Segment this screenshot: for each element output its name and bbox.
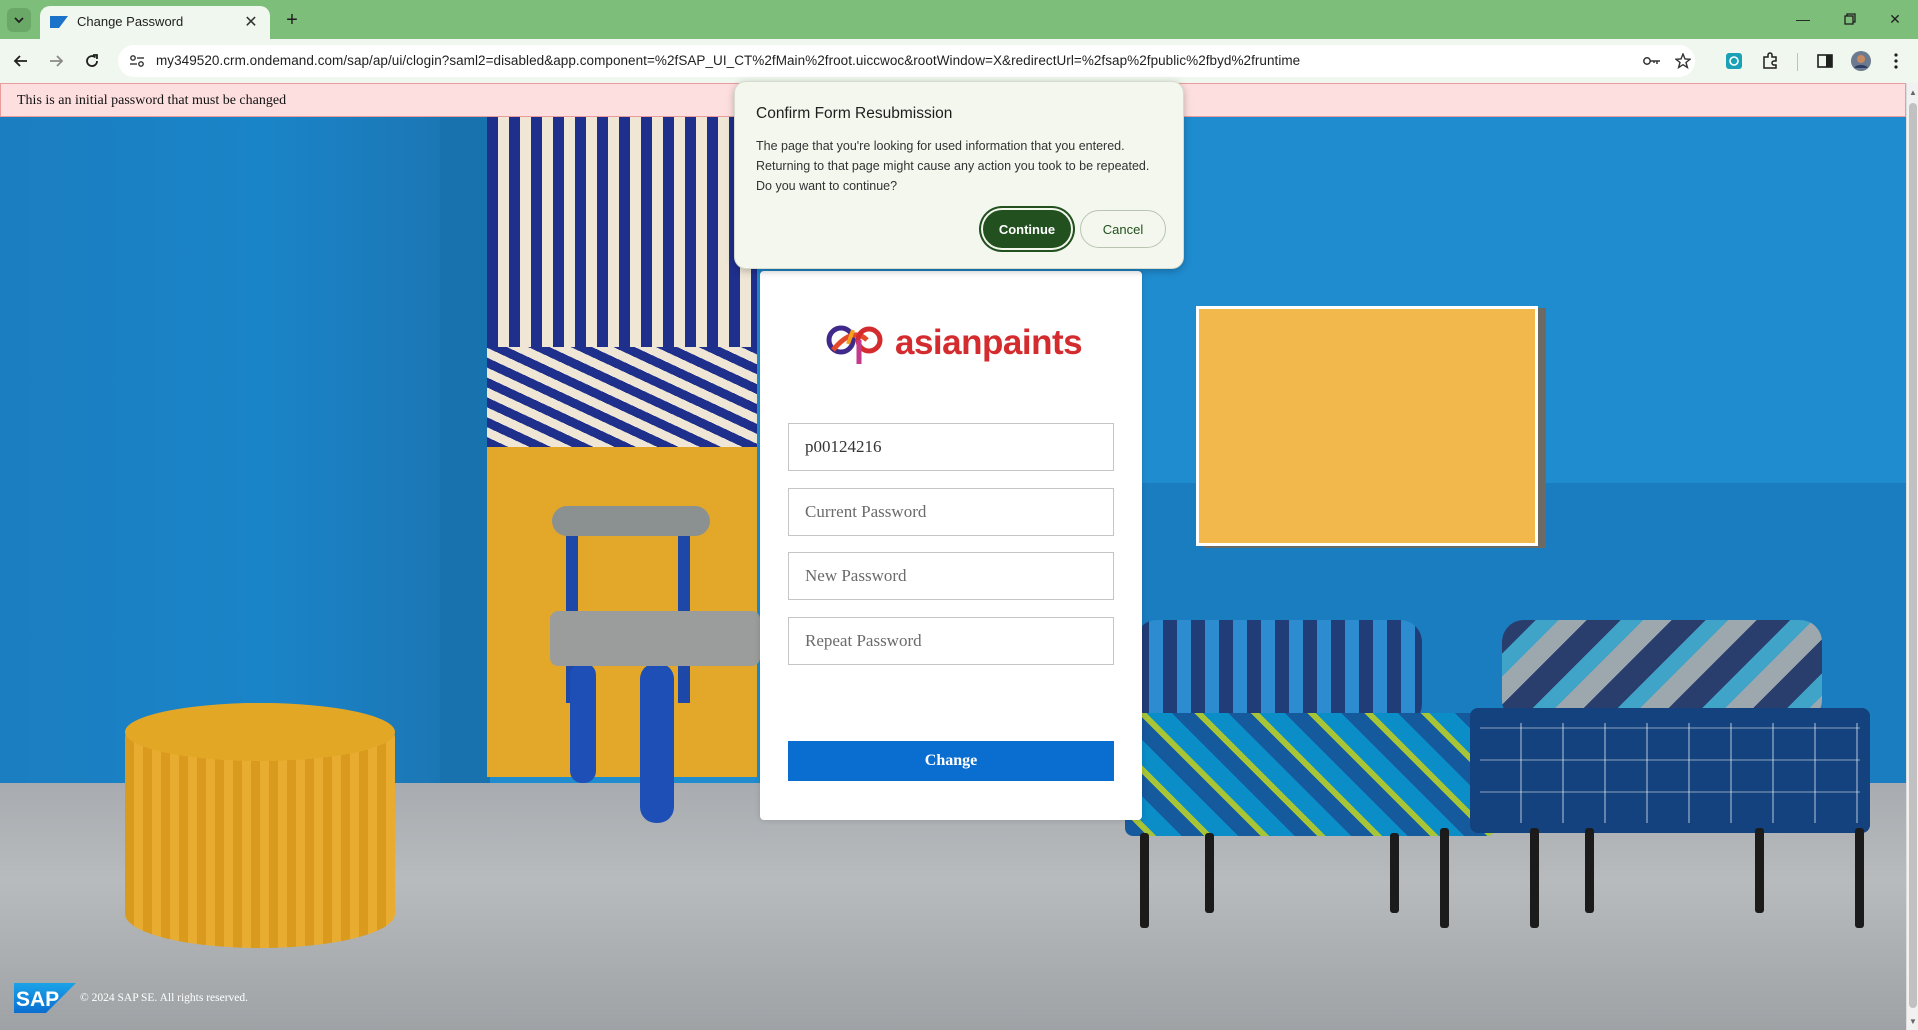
- avatar[interactable]: [1850, 50, 1872, 72]
- key-icon[interactable]: [1642, 51, 1662, 71]
- arrow-left-icon: [13, 55, 27, 67]
- background-bench-back: [1135, 620, 1422, 726]
- background-bench-leg: [1855, 828, 1864, 928]
- dialog-message: The page that you're looking for used in…: [756, 139, 1150, 193]
- browser-toolbar: my349520.crm.ondemand.com/sap/ap/ui/clog…: [0, 39, 1918, 83]
- arrow-right-icon: [50, 55, 64, 67]
- asianpaints-logo: asianpaints: [823, 315, 1083, 371]
- repeat-password-input[interactable]: [789, 618, 1113, 664]
- username-field[interactable]: [788, 423, 1114, 471]
- new-password-input[interactable]: [789, 553, 1113, 599]
- more-menu-icon[interactable]: [1885, 50, 1907, 72]
- background-stool-top: [125, 703, 395, 761]
- background-pillar: [440, 117, 490, 807]
- tab-title: Change Password: [77, 14, 184, 29]
- background-chair-leg: [570, 663, 596, 783]
- back-button[interactable]: [8, 48, 34, 74]
- asianpaints-logo-text: asianpaints: [895, 323, 1083, 362]
- background-bench-seat: [1125, 713, 1495, 836]
- tab-strip: Change Password ✕ + — ✕: [0, 0, 1918, 39]
- bookmark-star-icon[interactable]: [1673, 51, 1693, 71]
- change-button[interactable]: Change: [788, 741, 1114, 781]
- restore-icon[interactable]: [1835, 6, 1865, 32]
- background-bench-leg: [1390, 833, 1399, 913]
- background-bench-leg: [1440, 828, 1449, 928]
- background-bench-pattern: [1480, 723, 1860, 823]
- dialog-title: Confirm Form Resubmission: [756, 105, 953, 122]
- extension-icon[interactable]: [1723, 50, 1745, 72]
- copyright-text: © 2024 SAP SE. All rights reserved.: [80, 992, 249, 1004]
- tab-change-password[interactable]: Change Password ✕: [40, 6, 270, 39]
- toolbar-divider: [1797, 53, 1798, 71]
- scroll-down-icon[interactable]: ▼: [1907, 1014, 1918, 1028]
- tab-search-button[interactable]: [7, 8, 31, 32]
- background-bench-leg: [1140, 833, 1149, 928]
- new-tab-button[interactable]: +: [280, 8, 304, 32]
- sap-logo-text: SAP: [16, 988, 59, 1011]
- scroll-up-icon[interactable]: ▲: [1907, 85, 1918, 99]
- background-bench-leg: [1755, 828, 1764, 913]
- background-chair-seat: [550, 611, 760, 666]
- background-diagonal-stripes: [487, 347, 757, 447]
- site-info-icon[interactable]: [128, 52, 146, 70]
- side-panel-icon[interactable]: [1814, 50, 1836, 72]
- repeat-password-field[interactable]: [788, 617, 1114, 665]
- background-chair-back: [552, 506, 710, 536]
- cancel-button[interactable]: Cancel: [1080, 210, 1166, 248]
- background-bench-leg: [1530, 828, 1539, 928]
- username-input[interactable]: [789, 424, 1113, 470]
- address-bar[interactable]: my349520.crm.ondemand.com/sap/ap/ui/clog…: [118, 45, 1695, 77]
- puzzle-extensions-icon[interactable]: [1759, 50, 1781, 72]
- change-password-card: asianpaints Change: [760, 271, 1142, 820]
- current-password-input[interactable]: [789, 489, 1113, 535]
- background-bench-back: [1502, 620, 1822, 722]
- background-bench-leg: [1585, 828, 1594, 913]
- url-text: my349520.crm.ondemand.com/sap/ap/ui/clog…: [156, 53, 1301, 68]
- reload-icon: [86, 54, 98, 67]
- continue-button[interactable]: Continue: [983, 210, 1071, 248]
- sap-logo-icon: SAP: [14, 983, 76, 1013]
- close-icon[interactable]: ✕: [240, 11, 262, 33]
- close-window-icon[interactable]: ✕: [1880, 6, 1910, 32]
- forward-button[interactable]: [43, 48, 69, 74]
- scroll-thumb[interactable]: [1909, 103, 1917, 1008]
- minimize-icon[interactable]: —: [1788, 6, 1818, 32]
- background-bench-leg: [1205, 833, 1214, 913]
- asianpaints-logo-mark-icon: [826, 325, 883, 364]
- page-scrollbar[interactable]: ▲ ▼: [1906, 83, 1918, 1030]
- background-chair-leg: [640, 663, 674, 823]
- banner-message: This is an initial password that must be…: [17, 93, 287, 108]
- sap-favicon-icon: [50, 16, 68, 28]
- sap-footer: SAP © 2024 SAP SE. All rights reserved.: [14, 983, 248, 1013]
- confirm-resubmission-dialog: Confirm Form Resubmission The page that …: [734, 81, 1184, 269]
- current-password-field[interactable]: [788, 488, 1114, 536]
- reload-button[interactable]: [79, 48, 105, 74]
- chevron-down-icon: [14, 17, 24, 24]
- background-yellow-frame: [1196, 306, 1538, 546]
- new-password-field[interactable]: [788, 552, 1114, 600]
